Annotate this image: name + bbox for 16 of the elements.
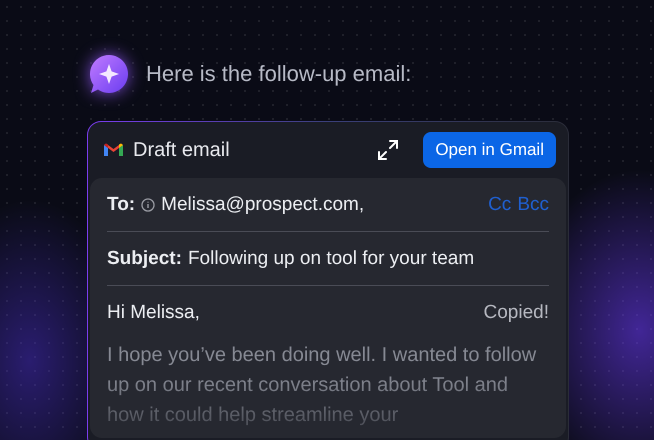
to-label: To: bbox=[107, 194, 136, 216]
email-body: I hope you’ve been doing well. I wanted to follow up on our recent conversation about Tool and how it could help streamline your bbox=[107, 343, 538, 428]
info-icon[interactable] bbox=[141, 198, 156, 212]
card-title: Draft email bbox=[133, 138, 231, 162]
assistant-message: Here is the follow-up email: bbox=[146, 61, 412, 87]
open-in-gmail-button[interactable]: Open in Gmail bbox=[423, 132, 556, 168]
subject-label: Subject: bbox=[107, 248, 182, 270]
bcc-link[interactable]: Bcc bbox=[517, 194, 549, 216]
expand-icon[interactable] bbox=[377, 139, 400, 161]
subject-text: Following up on tool for your team bbox=[188, 248, 474, 270]
greeting-text: Hi Melissa, bbox=[107, 302, 200, 324]
cc-link[interactable]: Cc bbox=[488, 194, 512, 216]
gmail-logo-icon bbox=[104, 143, 123, 157]
recipient-address: Melissa@prospect.com, bbox=[161, 194, 364, 216]
assistant-icon bbox=[88, 53, 130, 95]
copied-status: Copied! bbox=[484, 302, 549, 324]
